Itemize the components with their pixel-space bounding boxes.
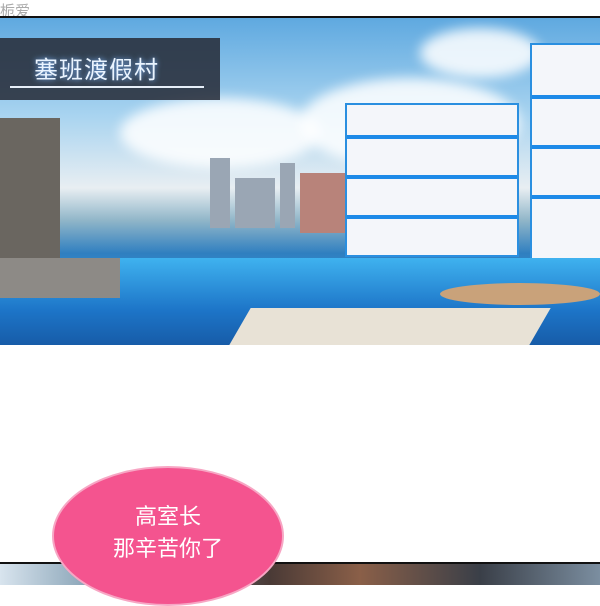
table — [440, 283, 600, 305]
lounge-chair — [229, 308, 551, 345]
speech-bubble: 高室长 那辛苦你了 — [52, 466, 284, 606]
caption-box: 塞班渡假村 — [0, 38, 220, 100]
skyscraper — [210, 158, 230, 228]
skyscraper — [300, 173, 345, 233]
skyscraper — [280, 163, 295, 228]
cloud — [420, 28, 540, 78]
comic-panel-resort-pool: 塞班渡假村 — [0, 16, 600, 345]
skyscraper — [235, 178, 275, 228]
left-building — [0, 118, 60, 278]
caption-text: 塞班渡假村 — [34, 56, 159, 84]
pool-deck — [0, 258, 120, 298]
speech-line-2: 那辛苦你了 — [112, 537, 223, 562]
resort-building — [345, 103, 519, 257]
resort-building — [530, 43, 600, 262]
caption-underline — [10, 86, 204, 88]
speech-line-1: 高室长 — [134, 505, 201, 530]
